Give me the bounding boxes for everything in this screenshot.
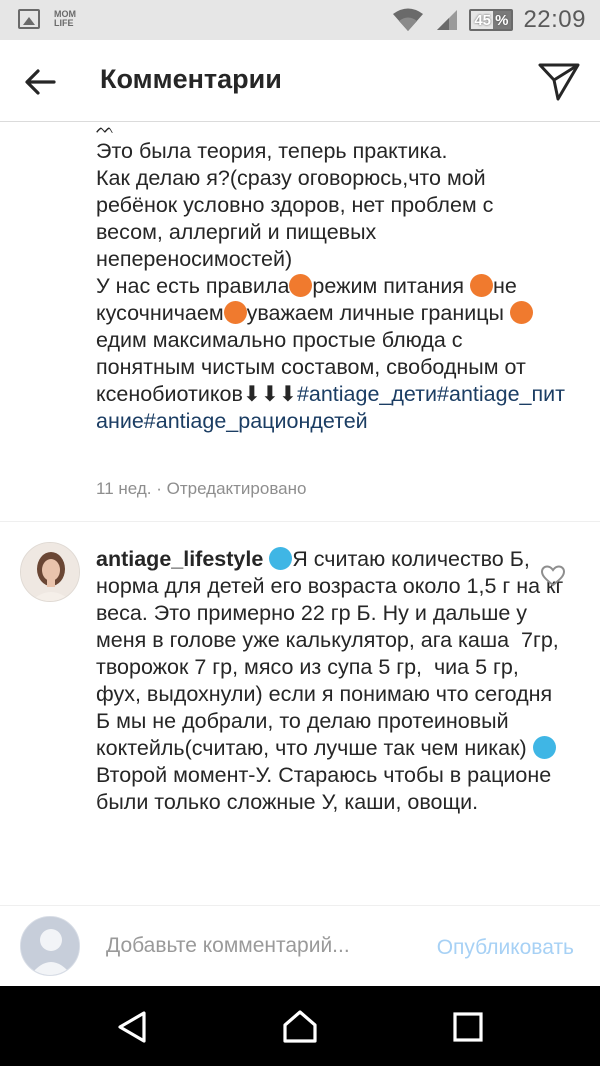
comment-time[interactable]: 11 нед. xyxy=(96,479,151,498)
edited-label: · Отредактировано xyxy=(156,479,307,498)
signal-icon xyxy=(437,10,458,30)
status-bar: MOM LIFE 45 % 22:09 xyxy=(0,0,600,40)
wifi-icon xyxy=(393,8,424,31)
comment-text: antiage_lifestyle Я считаю количество Б,… xyxy=(96,547,570,814)
heart-outline-icon[interactable] xyxy=(540,564,566,588)
comment-text: Это была теория, теперь практика. Как де… xyxy=(96,139,565,433)
page-title: Комментарии xyxy=(100,64,282,94)
battery-percent: 45 % xyxy=(474,12,509,29)
publish-button[interactable]: Опубликовать xyxy=(437,936,574,960)
comment-input[interactable] xyxy=(106,928,396,964)
square-recents-icon[interactable] xyxy=(449,1008,487,1046)
comment-meta: 11 нед. · Отредактировано xyxy=(96,479,306,499)
blue-circle-emoji-icon xyxy=(269,547,293,570)
triangle-back-icon[interactable] xyxy=(114,1008,152,1046)
home-pentagon-icon[interactable] xyxy=(281,1008,319,1046)
paper-plane-icon[interactable] xyxy=(536,58,582,104)
comment-username[interactable]: antiage_lifestyle xyxy=(96,547,263,571)
avatar[interactable] xyxy=(20,542,80,602)
orange-circle-emoji-icon xyxy=(223,301,247,324)
system-nav-bar xyxy=(0,986,600,1066)
clock: 22:09 xyxy=(523,6,586,33)
mom-life-app-icon: MOM LIFE xyxy=(54,9,76,28)
status-bar-left: MOM LIFE xyxy=(18,9,84,29)
orange-circle-emoji-icon xyxy=(289,274,313,297)
comment-item: ᨓ Это была теория, теперь практика. Как … xyxy=(96,122,566,435)
comments-list[interactable]: ᨓ Это была теория, теперь практика. Как … xyxy=(0,122,600,905)
status-bar-right: 45 % 22:09 xyxy=(391,6,586,34)
default-avatar-icon xyxy=(21,917,79,975)
comment-input-bar: Опубликовать xyxy=(0,905,600,986)
partial-text-top: ᨓ xyxy=(96,122,116,137)
my-avatar xyxy=(20,916,80,976)
orange-circle-emoji-icon xyxy=(509,301,533,324)
avatar-photo xyxy=(21,543,79,601)
orange-circle-emoji-icon xyxy=(469,274,493,297)
arrow-left-icon[interactable] xyxy=(20,62,60,102)
comments-header: Комментарии xyxy=(0,40,600,122)
battery-icon: 45 % xyxy=(469,9,514,31)
gallery-icon xyxy=(18,9,40,29)
blue-circle-emoji-icon xyxy=(532,736,556,759)
divider xyxy=(0,521,600,522)
